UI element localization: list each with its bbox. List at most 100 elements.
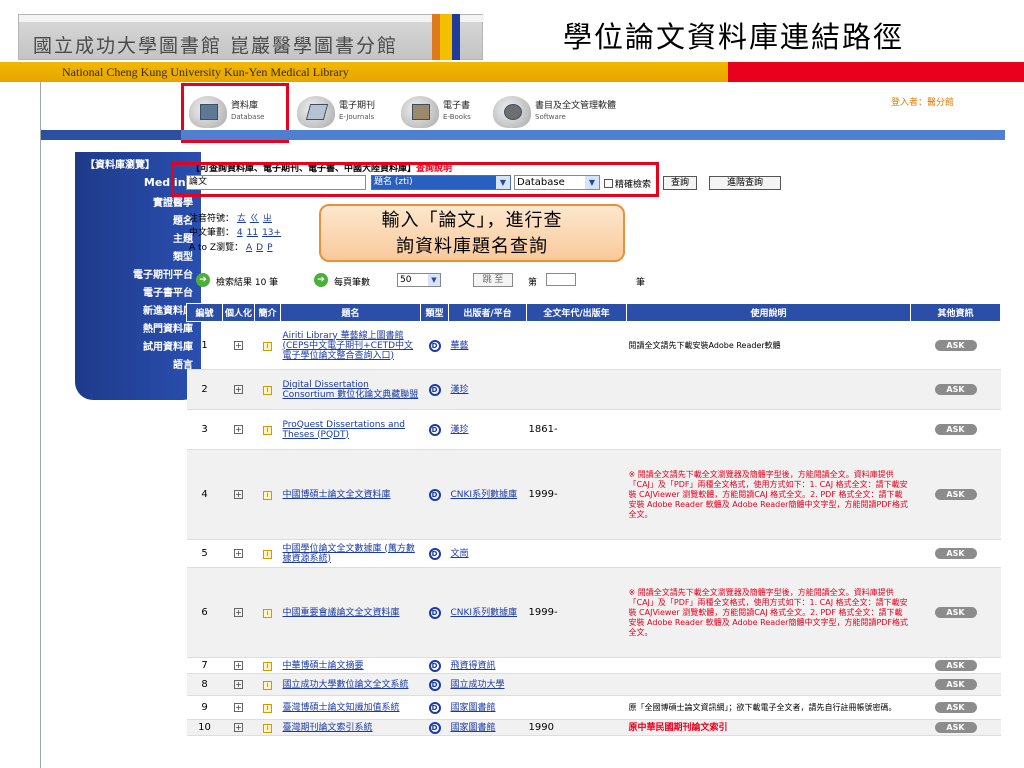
browse-link[interactable]: D — [256, 243, 263, 253]
usage-note — [626, 539, 911, 568]
sidebar-item-ejournal-platform[interactable]: 電子期刊平台 — [133, 266, 193, 281]
usage-note — [626, 369, 911, 410]
publisher-link[interactable]: 文崗 — [451, 549, 469, 559]
table-row: 10 + i 臺灣期刊論文索引系統 D 國家圖書館 1990 原中華民國期刊論文索引 ASK — [186, 719, 1001, 736]
chevron-down-icon: ▼ — [428, 274, 440, 286]
advanced-search-button[interactable]: 進階查詢 — [709, 176, 781, 190]
add-plus-icon[interactable]: + — [234, 489, 243, 499]
per-page-select[interactable]: 50 ▼ — [397, 273, 441, 287]
publisher-link[interactable]: CNKI系列數據庫 — [451, 608, 518, 618]
ask-button[interactable]: ASK — [934, 660, 977, 671]
browse-az-label: A to Z瀏覽： — [189, 243, 244, 253]
ask-button[interactable]: ASK — [934, 679, 977, 690]
database-title-link[interactable]: 國立成功大學數位論文全文系統 — [283, 680, 409, 690]
slide-title: 學位論文資料庫連結路徑 — [563, 20, 905, 54]
publisher-link[interactable]: 華藝 — [451, 341, 469, 351]
info-icon[interactable]: i — [263, 608, 272, 618]
nav-ebooks[interactable]: 電子書 E-Books — [401, 92, 471, 132]
year-cell — [526, 695, 627, 720]
database-title-link[interactable]: 中國重要會議論文全文資料庫 — [283, 608, 400, 618]
info-icon[interactable]: i — [263, 723, 272, 733]
database-type-icon: D — [428, 488, 441, 501]
info-icon[interactable]: i — [263, 703, 272, 713]
add-plus-icon[interactable]: + — [234, 679, 243, 689]
add-plus-icon[interactable]: + — [234, 548, 243, 558]
browse-zhuyin: 注音符號： ㄊㄍㄓ — [189, 211, 276, 224]
database-title-link[interactable]: ProQuest Dissertations and Theses (PQDT) — [283, 420, 406, 440]
browse-link[interactable]: A — [246, 243, 252, 253]
type-cell: D — [420, 695, 449, 720]
add-plus-icon[interactable]: + — [234, 702, 243, 712]
other-info-cell: ASK — [910, 539, 1001, 568]
ask-button[interactable]: ASK — [934, 548, 977, 559]
publisher-link[interactable]: 漢珍 — [451, 425, 469, 435]
type-cell: D — [420, 567, 449, 658]
sidebar-item-ebook-platform[interactable]: 電子書平台 — [143, 284, 193, 299]
column-header: 使用說明 — [626, 303, 911, 322]
add-plus-icon[interactable]: + — [234, 340, 243, 350]
publisher-link[interactable]: 國家圖書館 — [451, 723, 496, 733]
info-icon[interactable]: i — [263, 425, 272, 435]
browse-link[interactable]: 13+ — [262, 228, 281, 238]
column-header: 全文年代/出版年 — [526, 303, 627, 322]
other-info-cell: ASK — [910, 321, 1001, 370]
browse-link[interactable]: ㄓ — [263, 214, 272, 224]
year-cell — [526, 673, 627, 696]
database-title-link[interactable]: 中華博碩士論文摘要 — [283, 661, 364, 671]
browse-link[interactable]: 11 — [247, 228, 258, 238]
publisher-cell: 國家圖書館 — [448, 695, 527, 720]
add-plus-icon[interactable]: + — [234, 384, 243, 394]
info-icon[interactable]: i — [263, 490, 272, 500]
add-plus-icon[interactable]: + — [234, 722, 243, 732]
database-title-link[interactable]: Airiti Library 華藝線上圖書館 (CEPS中文電子期刊+CETD中… — [283, 331, 414, 361]
add-plus-icon[interactable]: + — [234, 424, 243, 434]
ask-button[interactable]: ASK — [934, 340, 977, 351]
title-cell: 中華博碩士論文摘要 — [280, 657, 421, 674]
info-icon[interactable]: i — [263, 680, 272, 690]
database-title-link[interactable]: 中國博碩士論文全文資料庫 — [283, 490, 391, 500]
jump-button[interactable]: 跳 至 — [473, 273, 513, 287]
nav-divider-left — [41, 130, 181, 140]
ask-button[interactable]: ASK — [934, 424, 977, 435]
ask-button[interactable]: ASK — [934, 607, 977, 618]
ask-button[interactable]: ASK — [934, 722, 977, 733]
publisher-cell: 漢珍 — [448, 409, 527, 450]
browse-link[interactable]: ㄍ — [250, 214, 259, 224]
publisher-link[interactable]: 漢珍 — [451, 385, 469, 395]
publisher-link[interactable]: 國家圖書館 — [451, 703, 496, 713]
info-icon[interactable]: i — [263, 549, 272, 559]
add-plus-icon[interactable]: + — [234, 660, 243, 670]
database-title-link[interactable]: 臺灣博碩士論文知識加值系統 — [283, 703, 400, 713]
database-title-link[interactable]: 中國學位論文全文數據庫 (萬方數據資源系統) — [283, 544, 415, 564]
browse-link[interactable]: P — [267, 243, 272, 253]
database-title-link[interactable]: Digital Dissertation Consortium 數位化論文典藏聯… — [283, 380, 419, 400]
personalize-cell: + — [222, 567, 255, 658]
ask-button[interactable]: ASK — [934, 702, 977, 713]
browse-zhuyin-label: 注音符號： — [189, 214, 235, 224]
ask-button[interactable]: ASK — [934, 489, 977, 500]
other-info-cell: ASK — [910, 409, 1001, 450]
ask-button[interactable]: ASK — [934, 384, 977, 395]
info-icon[interactable]: i — [263, 341, 272, 351]
database-title-link[interactable]: 臺灣期刊論文索引系統 — [283, 723, 373, 733]
info-icon[interactable]: i — [263, 385, 272, 395]
publisher-link[interactable]: CNKI系列數據庫 — [451, 490, 518, 500]
nav-software[interactable]: 書目及全文管理軟體 Software — [493, 92, 616, 132]
table-row: 2 + i Digital Dissertation Consortium 數位化論文… — [186, 369, 1001, 410]
banner-red-block — [728, 62, 1024, 82]
search-button[interactable]: 查詢 — [663, 176, 697, 190]
personalize-cell: + — [222, 321, 255, 370]
column-header: 類型 — [420, 303, 449, 322]
year-cell — [526, 369, 627, 410]
publisher-link[interactable]: 國立成功大學 — [451, 680, 505, 690]
page-input[interactable] — [546, 273, 576, 286]
info-icon[interactable]: i — [263, 661, 272, 671]
add-plus-icon[interactable]: + — [234, 607, 243, 617]
table-header-row: 編號 個人化 簡介 題名 類型 出版者/平台 全文年代/出版年 使用說明 其他資訊 — [186, 303, 1001, 322]
browse-link[interactable]: ㄊ — [237, 214, 246, 224]
nav-ejournals[interactable]: 電子期刊 E-Journals — [297, 92, 375, 132]
browse-link[interactable]: 4 — [237, 228, 243, 238]
library-banner: 國立成功大學圖書館 崑巖醫學圖書分館 — [18, 14, 484, 60]
publisher-link[interactable]: 飛資得資訊 — [451, 661, 496, 671]
type-cell: D — [420, 657, 449, 674]
